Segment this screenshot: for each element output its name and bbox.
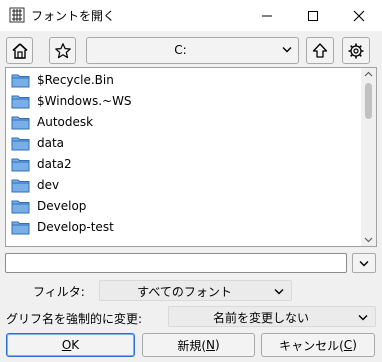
scroll-up-button[interactable] xyxy=(361,68,376,80)
folder-icon xyxy=(11,116,30,130)
folder-icon xyxy=(11,137,30,151)
glyph-rename-select[interactable]: 名前を変更しない xyxy=(168,306,376,327)
folder-icon xyxy=(11,95,30,109)
folder-icon xyxy=(11,221,30,235)
drive-label: C: xyxy=(174,43,187,57)
close-icon xyxy=(353,10,365,21)
file-name: Autodesk xyxy=(37,115,94,129)
maximize-icon xyxy=(308,10,318,21)
chevron-down-icon xyxy=(282,47,292,53)
path-history-dropdown[interactable] xyxy=(352,253,376,273)
glyph-rename-value: 名前を変更しない xyxy=(212,311,309,325)
drive-select[interactable]: C: xyxy=(86,37,299,64)
chevron-down-icon xyxy=(364,237,373,243)
new-label-suffix: ) xyxy=(214,338,220,352)
scroll-thumb[interactable] xyxy=(365,83,372,119)
new-mnemonic: N xyxy=(206,338,215,352)
ok-label-rest: K xyxy=(71,338,80,352)
filter-value: すべてのフォント xyxy=(137,285,232,299)
cancel-button[interactable]: キャンセル(C) xyxy=(261,333,375,357)
list-item[interactable]: $Recycle.Bin xyxy=(6,70,362,91)
settings-button[interactable] xyxy=(342,37,370,64)
list-item[interactable]: $Windows.~WS xyxy=(6,91,362,112)
new-label-prefix: 新規( xyxy=(177,338,206,353)
filter-select[interactable]: すべてのフォント xyxy=(99,280,292,301)
cancel-mnemonic: C xyxy=(343,338,353,352)
ok-button[interactable]: OK xyxy=(6,333,135,357)
file-name: data xyxy=(37,136,65,150)
home-button[interactable] xyxy=(6,37,33,64)
file-list[interactable]: $Recycle.Bin $Windows.~WS Autodesk data … xyxy=(5,67,377,247)
file-name: $Windows.~WS xyxy=(37,94,132,108)
list-item[interactable]: dev xyxy=(6,175,362,196)
cancel-label-suffix: ) xyxy=(352,338,357,352)
file-name: data2 xyxy=(37,157,72,171)
file-name: dev xyxy=(37,178,60,192)
favorites-button[interactable] xyxy=(49,37,76,64)
home-icon xyxy=(11,42,28,59)
parent-folder-button[interactable] xyxy=(306,37,334,64)
chevron-down-icon xyxy=(274,289,284,295)
close-button[interactable] xyxy=(336,0,382,31)
folder-icon xyxy=(11,200,30,214)
window-title: フォントを開く xyxy=(31,9,116,23)
title-bar: フォントを開く xyxy=(0,0,382,31)
minimize-button[interactable] xyxy=(244,0,290,31)
maximize-button[interactable] xyxy=(290,0,336,31)
path-input[interactable] xyxy=(5,253,347,273)
file-name: Develop-test xyxy=(37,220,114,234)
list-item[interactable]: Develop-test xyxy=(6,217,362,238)
folder-icon xyxy=(11,158,30,172)
list-item[interactable]: Develop xyxy=(6,196,362,217)
chevron-down-icon xyxy=(359,260,369,266)
folder-icon xyxy=(11,179,30,193)
filter-label: フィルタ: xyxy=(33,285,85,299)
minimize-icon xyxy=(262,15,272,16)
list-item[interactable]: Autodesk xyxy=(6,112,362,133)
up-arrow-icon xyxy=(312,42,328,58)
file-name: Develop xyxy=(37,199,87,213)
scroll-down-button[interactable] xyxy=(361,234,376,246)
cancel-label-prefix: キャンセル( xyxy=(279,338,344,353)
folder-icon xyxy=(11,74,30,88)
file-list-scrollbar[interactable] xyxy=(361,68,376,246)
list-item[interactable]: data2 xyxy=(6,154,362,175)
glyph-rename-label: グリフ名を強制的に変更: xyxy=(6,312,143,326)
new-button[interactable]: 新規(N) xyxy=(142,333,255,357)
file-name: $Recycle.Bin xyxy=(37,73,114,87)
font-app-icon xyxy=(9,7,25,23)
star-icon xyxy=(54,42,71,58)
chevron-up-icon xyxy=(364,71,373,77)
chevron-down-icon xyxy=(358,315,368,321)
list-item[interactable]: data xyxy=(6,133,362,154)
ok-mnemonic: O xyxy=(61,338,72,352)
gear-icon xyxy=(348,43,364,58)
